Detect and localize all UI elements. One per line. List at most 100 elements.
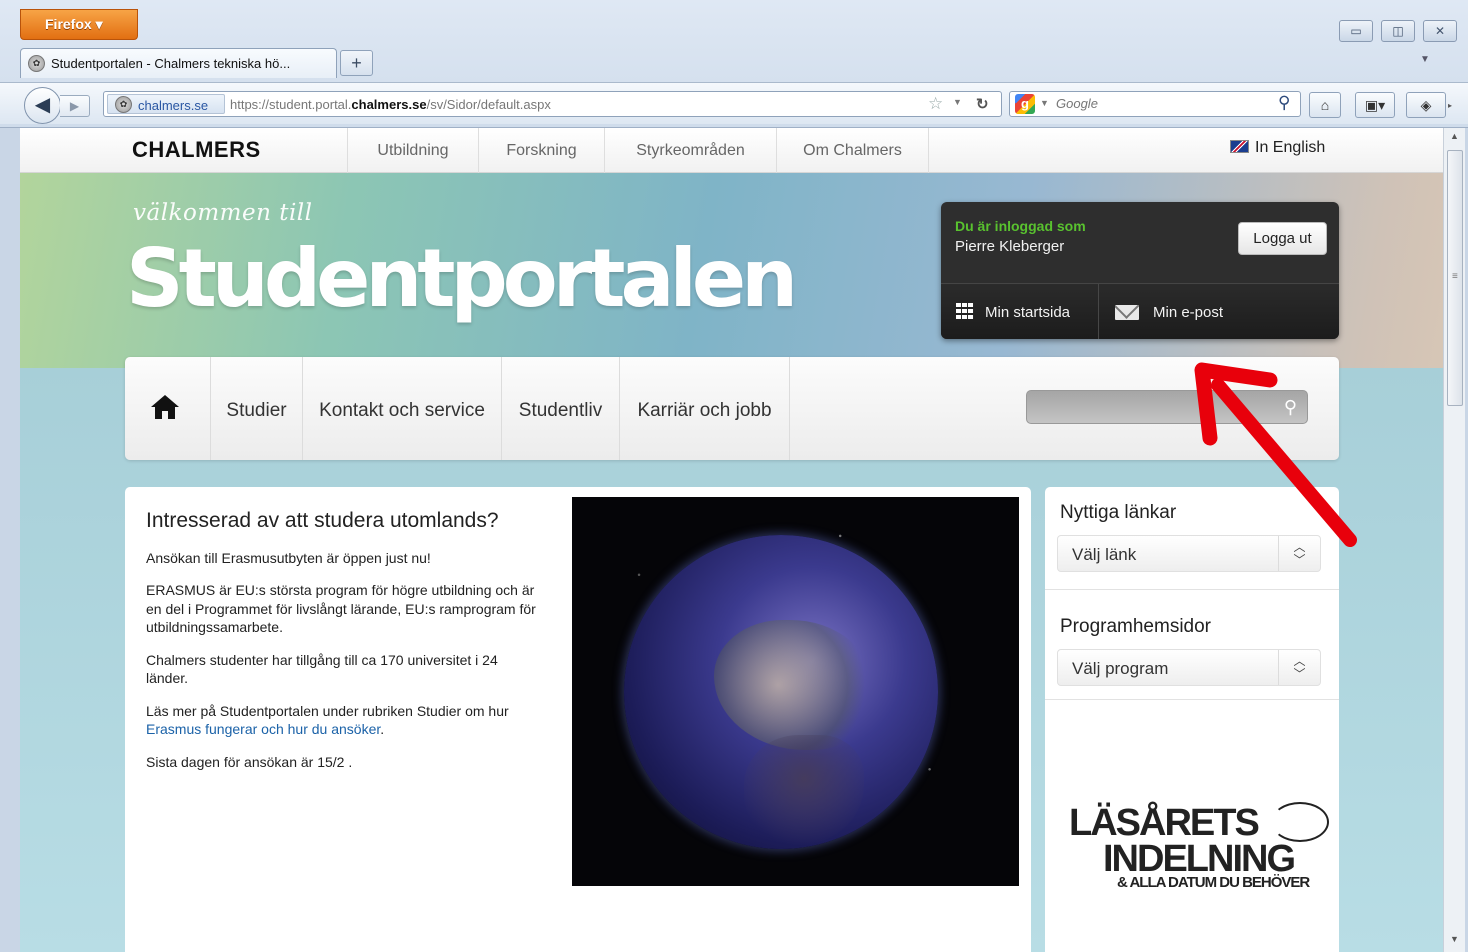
home-button[interactable]: ⌂ [1309, 92, 1341, 118]
tab-title: Studentportalen - Chalmers tekniska hö..… [51, 56, 291, 71]
navigation-toolbar: ◀ ▶ ✿ chalmers.se https://student.portal… [0, 82, 1468, 124]
nav-karriar-och-jobb[interactable]: Karriär och jobb [620, 357, 790, 460]
house-icon: ⌂ [1320, 97, 1330, 113]
site-top-nav: CHALMERS Utbildning Forskning Styrkeområ… [20, 128, 1443, 173]
news-paragraph: Chalmers studenter har tillgång till ca … [146, 651, 498, 687]
search-bar[interactable]: g ▼ Google ⚲ [1009, 91, 1301, 117]
erasmus-link[interactable]: Erasmus fungerar och hur du ansöker [146, 721, 380, 737]
program-select[interactable]: Välj program ︿ ﹀ [1057, 649, 1321, 686]
history-dropdown-icon[interactable]: ▼ [953, 97, 962, 107]
globe [624, 535, 938, 849]
news-paragraph: Ansökan till Erasmusutbyten är öppen jus… [146, 550, 431, 566]
vertical-scrollbar[interactable]: ▲ ≡ ▼ [1443, 128, 1465, 952]
new-tab-button[interactable]: + [340, 50, 373, 76]
site-search-input[interactable]: ⚲ [1026, 390, 1308, 424]
grip-icon: ≡ [1452, 271, 1458, 282]
forward-arrow-icon: ▶ [69, 99, 80, 113]
grid-icon [956, 303, 974, 319]
europe-lights [714, 620, 874, 750]
my-start-page-label: Min startsida [985, 304, 1071, 321]
google-icon[interactable]: g [1015, 94, 1035, 114]
address-bar[interactable]: ✿ chalmers.se https://student.portal.cha… [103, 91, 1002, 117]
logged-in-user: Pierre Kleberger [955, 238, 1065, 255]
search-icon[interactable]: ⚲ [1276, 392, 1305, 422]
url-domain: chalmers.se [351, 97, 427, 112]
program-pages-heading: Programhemsidor [1060, 616, 1211, 637]
scroll-down-icon[interactable]: ▼ [1450, 934, 1459, 944]
language-label: In English [1255, 139, 1326, 156]
news-body: Ansökan till Erasmusutbyten är öppen jus… [146, 549, 541, 785]
divider [1045, 699, 1339, 700]
africa-region [744, 735, 864, 845]
login-panel: Du är inloggad som Pierre Kleberger Logg… [941, 202, 1339, 339]
chalmers-favicon-icon: ✿ [28, 55, 45, 72]
news-text: . [380, 721, 385, 738]
select-arrows-icon: ︿ ﹀ [1278, 536, 1320, 571]
tab-list-chevron-icon[interactable]: ▼ [1420, 54, 1430, 65]
my-email-link[interactable]: Min e-post [1100, 284, 1339, 339]
tab-studentportalen[interactable]: ✿ Studentportalen - Chalmers tekniska hö… [20, 48, 337, 78]
scroll-thumb[interactable]: ≡ [1447, 150, 1463, 406]
swirl-decoration-icon [1271, 802, 1329, 842]
logout-button[interactable]: Logga ut [1238, 222, 1327, 255]
chalmers-logo[interactable]: CHALMERS [132, 137, 261, 163]
scroll-up-icon[interactable]: ▲ [1450, 131, 1459, 141]
back-button[interactable]: ◀ [24, 87, 61, 124]
news-text: Läs mer på Studentportalen under rubrike… [146, 702, 509, 719]
bookmarks-icon: ▣▾ [1364, 97, 1386, 113]
bookmarks-button[interactable]: ▣▾ [1355, 92, 1395, 118]
program-select-value: Välj program [1072, 659, 1169, 678]
page-viewport: CHALMERS Utbildning Forskning Styrkeområ… [20, 128, 1443, 952]
chalmers-site-icon: ✿ [115, 96, 132, 113]
reload-icon[interactable]: ↻ [976, 95, 989, 113]
uk-flag-icon [1230, 140, 1249, 153]
topnav-utbildning[interactable]: Utbildning [347, 128, 478, 173]
back-arrow-icon: ◀ [34, 94, 51, 116]
language-link[interactable]: In English [1230, 139, 1325, 157]
close-window-button[interactable]: ✕ [1423, 20, 1457, 42]
engine-dropdown-icon[interactable]: ▼ [1040, 98, 1049, 108]
search-engine-placeholder: Google [1056, 96, 1098, 111]
welcome-text: välkommen till [133, 200, 313, 226]
select-arrows-icon: ︿ ﹀ [1278, 650, 1320, 685]
news-paragraph: Sista dagen för ansökan är 15/2 . [146, 753, 353, 770]
banner-line: & ALLA DATUM DU BEHÖVER [1117, 874, 1310, 891]
toolbar-overflow-icon[interactable]: ▸ [1448, 101, 1452, 110]
browser-chrome: Firefox ▾ ▭ ◫ ✕ ✿ Studentportalen - Chal… [0, 0, 1468, 128]
my-start-page-link[interactable]: Min startsida [941, 284, 1099, 339]
restore-button[interactable]: ◫ [1381, 20, 1415, 42]
news-paragraph: ERASMUS är EU:s största program för högr… [146, 582, 536, 636]
home-link[interactable] [125, 357, 211, 460]
url-text[interactable]: https://student.portal.chalmers.se/sv/Si… [230, 97, 551, 112]
nav-studier[interactable]: Studier [211, 357, 303, 460]
divider [1045, 589, 1339, 590]
useful-links-select[interactable]: Välj länk ︿ ﹀ [1057, 535, 1321, 572]
my-email-label: Min e-post [1153, 304, 1224, 321]
lasarets-indelning-banner[interactable]: LÄSÅRETS INDELNING & ALLA DATUM DU BEHÖV… [1067, 802, 1332, 912]
hero-title: Studentportalen [126, 232, 798, 325]
nav-studentliv[interactable]: Studentliv [502, 357, 620, 460]
news-paragraph: Läs mer på Studentportalen under rubrike… [146, 702, 541, 739]
topnav-forskning[interactable]: Forskning [478, 128, 604, 173]
site-identity-label: chalmers.se [138, 98, 209, 113]
addon-button[interactable]: ◈ [1406, 92, 1446, 118]
addon-icon: ◈ [1420, 97, 1432, 113]
url-path: /sv/Sidor/default.aspx [426, 97, 551, 112]
nav-kontakt-och-service[interactable]: Kontakt och service [303, 357, 502, 460]
useful-links-heading: Nyttiga länkar [1060, 502, 1177, 523]
envelope-icon [1115, 305, 1139, 320]
minimize-button[interactable]: ▭ [1339, 20, 1373, 42]
forward-button[interactable]: ▶ [60, 95, 90, 117]
news-card: Intresserad av att studera utomlands? An… [125, 487, 1031, 952]
topnav-styrkeomraden[interactable]: Styrkeområden [604, 128, 776, 173]
magnifier-icon[interactable]: ⚲ [1278, 93, 1290, 113]
site-identity-button[interactable]: ✿ chalmers.se [107, 94, 225, 114]
earth-at-night-image [572, 497, 1019, 886]
bookmark-star-icon[interactable]: ☆ [928, 94, 943, 114]
main-navigation: Studier Kontakt och service Studentliv K… [125, 357, 1339, 460]
firefox-menu-button[interactable]: Firefox ▾ [20, 9, 138, 40]
url-prefix: https://student.portal. [230, 97, 352, 112]
topnav-om-chalmers[interactable]: Om Chalmers [776, 128, 929, 173]
useful-links-value: Välj länk [1072, 545, 1137, 564]
news-heading: Intresserad av att studera utomlands? [146, 509, 499, 532]
